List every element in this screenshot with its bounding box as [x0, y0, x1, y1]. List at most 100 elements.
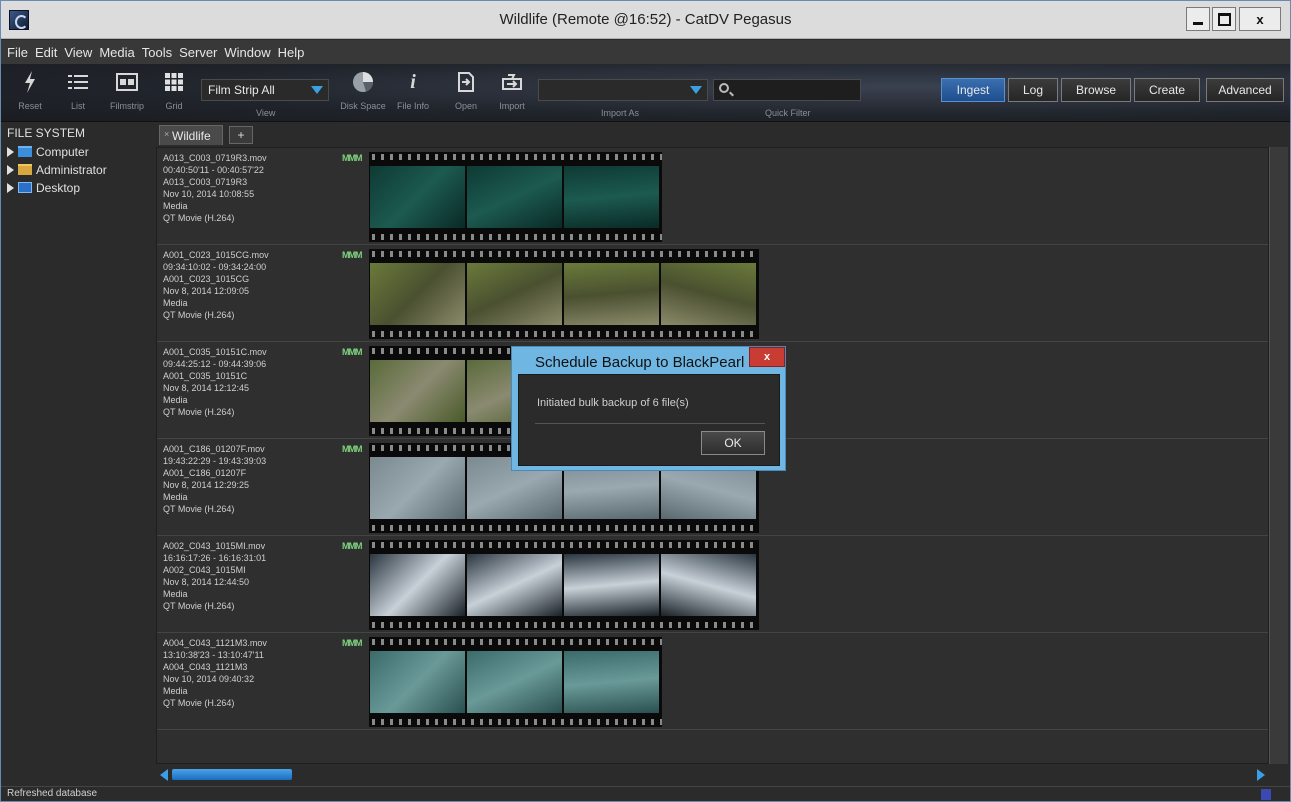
menu-view[interactable]: View [64, 45, 92, 60]
lightning-icon [23, 70, 37, 94]
dialog-close-button[interactable]: x [749, 347, 785, 367]
thumbnail-frame[interactable] [564, 554, 659, 616]
clip-name: A001_C035_10151C [163, 371, 248, 381]
thumbnail-frame[interactable] [661, 554, 756, 616]
clip-metadata: A004_C043_1121M3.mov 13:10:38'23 - 13:10:… [163, 637, 267, 709]
media-badge-icon: MMM [342, 444, 362, 454]
sidebar-item-computer[interactable]: Computer [7, 143, 89, 160]
thumbnail-frame[interactable] [467, 166, 562, 228]
minimize-button[interactable] [1186, 7, 1210, 31]
media-badge-icon: MMM [342, 347, 362, 357]
quick-filter-input[interactable] [713, 79, 861, 101]
activity-indicator [1261, 789, 1271, 800]
clip-row[interactable]: A013_C003_0719R3.mov 00:40:50'11 - 00:40:… [157, 148, 1268, 245]
filmstrip-label: Filmstrip [110, 101, 144, 111]
sidebar-item-label: Administrator [36, 162, 107, 177]
mode-create-button[interactable]: Create [1134, 78, 1200, 102]
import-as-label: Import As [601, 108, 640, 118]
mode-browse-button[interactable]: Browse [1061, 78, 1131, 102]
mode-advanced-button[interactable]: Advanced [1206, 78, 1284, 102]
thumbnail-frame[interactable] [370, 554, 465, 616]
search-icon [719, 83, 729, 93]
clip-filename: A013_C003_0719R3.mov [163, 153, 267, 163]
filmstrip[interactable] [369, 540, 759, 630]
menu-bar: File Edit View Media Tools Server Window… [1, 40, 1290, 64]
thumbnail-frame[interactable] [467, 554, 562, 616]
maximize-button[interactable] [1212, 7, 1236, 31]
add-tab-button[interactable]: + [229, 126, 253, 144]
thumbnail-frame[interactable] [370, 651, 465, 713]
thumbnail-frame[interactable] [564, 263, 659, 325]
clip-name: A004_C043_1121M3 [163, 662, 248, 672]
thumbnail-frame[interactable] [370, 360, 465, 422]
sidebar-item-label: Computer [36, 144, 89, 159]
expand-arrow-icon[interactable] [7, 146, 14, 157]
menu-help[interactable]: Help [278, 45, 305, 60]
title-bar: Wildlife (Remote @16:52) - CatDV Pegasus… [1, 1, 1290, 39]
reset-button[interactable]: Reset [15, 70, 45, 118]
status-text: Refreshed database [7, 788, 98, 799]
mode-ingest-button[interactable]: Ingest [941, 78, 1005, 102]
disk-space-button[interactable]: Disk Space [335, 70, 391, 118]
horizontal-scrollbar[interactable] [156, 766, 1269, 782]
open-button[interactable]: Open [451, 70, 481, 118]
clip-media: Media [163, 201, 188, 211]
view-select[interactable]: Film Strip All [201, 79, 329, 101]
mode-log-button[interactable]: Log [1008, 78, 1058, 102]
tab-wildlife[interactable]: × Wildlife [159, 125, 223, 145]
disk-pie-icon [352, 70, 374, 94]
dialog-divider [535, 423, 765, 424]
media-badge-icon: MMM [342, 541, 362, 551]
menu-window[interactable]: Window [224, 45, 270, 60]
expand-arrow-icon[interactable] [7, 164, 14, 175]
expand-arrow-icon[interactable] [7, 182, 14, 193]
filmstrip[interactable] [369, 152, 662, 242]
sidebar-item-desktop[interactable]: Desktop [7, 179, 80, 196]
file-info-button[interactable]: i File Info [393, 70, 433, 118]
import-button[interactable]: Import [495, 70, 529, 118]
file-info-label: File Info [396, 101, 429, 111]
thumbnail-frame[interactable] [370, 166, 465, 228]
menu-server[interactable]: Server [179, 45, 217, 60]
menu-file[interactable]: File [7, 45, 28, 60]
clip-media: Media [163, 686, 188, 696]
sidebar-item-administrator[interactable]: Administrator [7, 161, 107, 178]
clip-row[interactable]: A002_C043_1015MI.mov 16:16:17:26 - 16:16:… [157, 536, 1268, 633]
close-window-button[interactable]: x [1239, 7, 1281, 31]
thumbnail-frame[interactable] [467, 651, 562, 713]
clip-row[interactable]: A001_C023_1015CG.mov 09:34:10:02 - 09:34:… [157, 245, 1268, 342]
clip-name: A013_C003_0719R3 [163, 177, 248, 187]
scroll-left-icon[interactable] [160, 769, 168, 781]
thumbnail-frame[interactable] [467, 263, 562, 325]
menu-media[interactable]: Media [99, 45, 134, 60]
clip-name: A001_C023_1015CG [163, 274, 250, 284]
import-as-select[interactable] [538, 79, 708, 101]
thumbnail-frame[interactable] [370, 263, 465, 325]
grid-view-button[interactable]: Grid [161, 70, 187, 118]
clip-format: QT Movie (H.264) [163, 601, 235, 611]
thumbnail-frame[interactable] [564, 166, 659, 228]
filmstrip-icon [116, 70, 138, 94]
filmstrip[interactable] [369, 249, 759, 339]
scroll-right-icon[interactable] [1257, 769, 1265, 781]
menu-tools[interactable]: Tools [142, 45, 172, 60]
scroll-thumb[interactable] [172, 769, 292, 780]
list-view-button[interactable]: List [63, 70, 93, 118]
clip-timecode: 09:34:10:02 - 09:34:24:00 [163, 262, 267, 272]
thumbnail-frame[interactable] [564, 651, 659, 713]
view-label: View [256, 108, 276, 118]
clip-date: Nov 8, 2014 12:12:45 [163, 383, 250, 393]
thumbnail-frame[interactable] [661, 263, 756, 325]
clip-date: Nov 8, 2014 12:44:50 [163, 577, 250, 587]
thumbnail-frame[interactable] [370, 457, 465, 519]
clip-row[interactable]: A004_C043_1121M3.mov 13:10:38'23 - 13:10:… [157, 633, 1268, 730]
list-icon [68, 70, 88, 94]
clip-name: A002_C043_1015MI [163, 565, 246, 575]
vertical-scrollbar[interactable] [1269, 147, 1288, 764]
menu-edit[interactable]: Edit [35, 45, 57, 60]
filmstrip[interactable] [369, 637, 662, 727]
tab-close-icon[interactable]: × [164, 129, 169, 139]
ok-button[interactable]: OK [701, 431, 765, 455]
sprocket-holes [369, 234, 662, 240]
filmstrip-view-button[interactable]: Filmstrip [107, 70, 147, 118]
